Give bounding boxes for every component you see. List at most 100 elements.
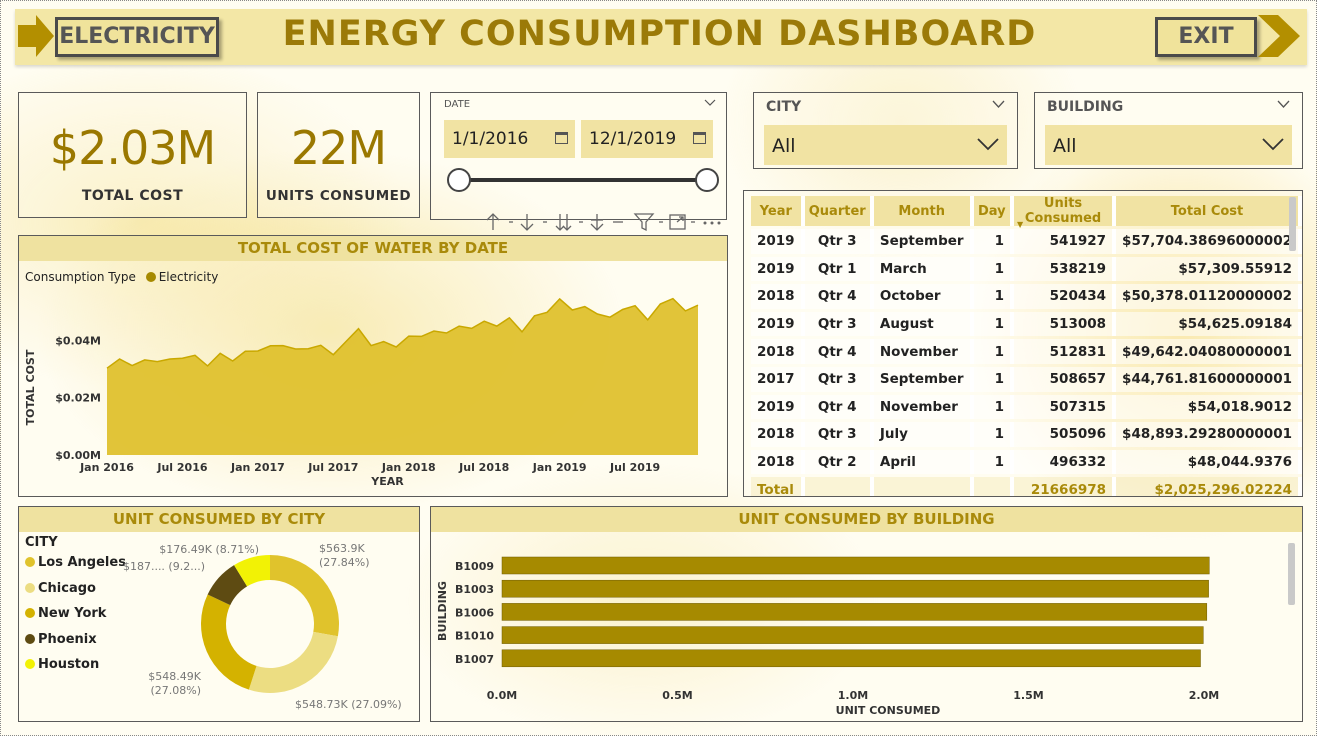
x-tick-label: Jan 2017: [230, 461, 285, 474]
total-cost-label: TOTAL COST: [81, 188, 184, 204]
building-slicer: BUILDING All: [1034, 92, 1303, 169]
sort-descending-icon: ▼: [1017, 220, 1024, 229]
arrow-down-icon[interactable]: [520, 214, 534, 231]
area-series-electricity: [107, 298, 698, 455]
chevron-down-icon[interactable]: [977, 137, 999, 151]
table-cell: 2018: [751, 284, 805, 309]
bar-b1007: [501, 649, 1201, 668]
table-cell: 507315: [1014, 394, 1117, 420]
table-cell: April: [873, 449, 974, 475]
table-row[interactable]: 2018 Qtr 2 April 1 496332 $48,044.9376: [751, 449, 1302, 475]
col-header-units-consumed[interactable]: Units Consumed ▼: [1014, 196, 1117, 229]
total-label: Total: [751, 477, 805, 496]
x-axis-label: UNIT CONSUMED: [836, 704, 941, 717]
units-consumed-value: 22M: [290, 121, 387, 175]
table-cell: $57,704.38696000002: [1116, 229, 1302, 254]
start-date-input[interactable]: 1/1/2016: [444, 120, 575, 158]
table-cell: October: [873, 284, 974, 309]
chevron-down-icon[interactable]: [992, 100, 1005, 109]
table-cell: Qtr 3: [804, 366, 874, 392]
table-row[interactable]: 2018 Qtr 4 November 1 512831 $49,642.04080000…: [751, 339, 1302, 364]
y-tick-label: $0.04M: [55, 334, 101, 347]
right-arrow-icon[interactable]: [1258, 15, 1300, 57]
table-cell: Qtr 4: [804, 339, 874, 364]
focus-mode-icon[interactable]: [669, 214, 686, 230]
arrow-up-icon[interactable]: [486, 213, 500, 230]
chevron-down-icon[interactable]: [1277, 100, 1290, 109]
chevron-down-icon[interactable]: [704, 99, 716, 107]
end-date-input[interactable]: 12/1/2019: [581, 120, 713, 158]
x-tick-label: Jan 2016: [79, 461, 134, 474]
table-cell: 538219: [1014, 256, 1117, 282]
table-row[interactable]: 2018 Qtr 4 October 1 520434 $50,378.011200000…: [751, 284, 1302, 309]
table-row[interactable]: 2019 Qtr 1 March 1 538219 $57,309.55912: [751, 256, 1302, 282]
table-cell: 1: [973, 229, 1015, 254]
col-header-units-label: Units Consumed: [1024, 196, 1102, 226]
calendar-icon[interactable]: [555, 132, 568, 144]
units-consumed-label: UNITS CONSUMED: [265, 188, 412, 204]
table-cell: 541927: [1014, 229, 1117, 254]
table-cell: 2019: [751, 256, 805, 282]
table-body: 2019 Qtr 3 September 1 541927 $57,704.3869600…: [751, 229, 1302, 496]
table-cell: 1: [973, 422, 1015, 447]
page-title: ENERGY CONSUMPTION DASHBOARD: [282, 14, 1037, 54]
filter-icon[interactable]: [633, 213, 655, 232]
table-row[interactable]: 2018 Qtr 3 July 1 505096 $48,893.29280000001: [751, 422, 1302, 447]
table-row[interactable]: 2019 Qtr 3 August 1 513008 $54,625.09184: [751, 311, 1302, 337]
table-cell: 496332: [1014, 449, 1117, 475]
date-range-track: [459, 178, 707, 182]
table-row[interactable]: 2019 Qtr 3 September 1 541927 $57,704.3869600…: [751, 229, 1302, 254]
table-cell: Qtr 4: [804, 394, 874, 420]
bar-b1003: [501, 579, 1209, 598]
city-dropdown-value: All: [772, 135, 796, 157]
area-chart: $0.00M$0.02M$0.04MJan 2016 Jul 2016 Jan 20…: [24, 297, 699, 488]
bar-b1009: [501, 556, 1210, 575]
table-cell: September: [873, 366, 974, 392]
table-cell: 1: [973, 256, 1015, 282]
x-tick-label: Jan 2019: [532, 461, 587, 474]
col-header-year[interactable]: Year: [751, 196, 805, 226]
city-dropdown[interactable]: All: [764, 125, 1007, 165]
double-arrow-down-icon[interactable]: [555, 214, 572, 231]
end-date-handle[interactable]: [695, 168, 719, 192]
table-cell: [804, 477, 874, 496]
table-cell: 1: [973, 339, 1015, 364]
table-scrollbar[interactable]: [1289, 197, 1296, 251]
table-cell: 505096: [1014, 422, 1117, 447]
exit-button[interactable]: EXIT: [1155, 17, 1257, 57]
donut-data-label: (27.08%): [150, 684, 201, 697]
chevron-down-icon[interactable]: [1262, 137, 1284, 151]
bar-chart-scrollbar[interactable]: [1288, 543, 1295, 605]
bar-b1006: [501, 603, 1208, 621]
table-cell: Qtr 2: [804, 449, 874, 475]
col-header-total-cost[interactable]: Total Cost: [1116, 196, 1302, 226]
table-row[interactable]: 2019 Qtr 4 November 1 507315 $54,018.9012: [751, 394, 1302, 420]
col-header-quarter[interactable]: Quarter: [804, 196, 874, 226]
expand-hierarchy-icon[interactable]: [590, 214, 604, 231]
table-cell: Qtr 3: [804, 422, 874, 447]
start-date-handle[interactable]: [447, 168, 471, 192]
donut-data-label: $548.49K: [148, 670, 201, 683]
table-cell: Qtr 3: [804, 229, 874, 254]
more-options-icon[interactable]: [703, 221, 721, 225]
col-header-month[interactable]: Month: [873, 196, 974, 226]
building-dropdown[interactable]: All: [1045, 125, 1292, 165]
x-tick-label: 0.5M: [662, 689, 692, 702]
x-tick-label: Jul 2019: [609, 461, 660, 474]
end-date-value: 12/1/2019: [589, 129, 677, 149]
col-header-day[interactable]: Day: [973, 196, 1015, 226]
visual-toolbar: [486, 213, 721, 232]
y-axis-label: TOTAL COST: [24, 349, 37, 425]
table-cell: 2018: [751, 422, 805, 447]
table-row[interactable]: 2017 Qtr 3 September 1 508657 $44,761.8160000…: [751, 366, 1302, 392]
bar-chart: B1009 B1003 B1006 B1010 B1007 0.0M 0.5M 1.0M 1.5…: [436, 556, 1219, 717]
table-header-row: Year Quarter Month Day Units Consumed ▼ T…: [751, 196, 1302, 229]
table-cell: 508657: [1014, 366, 1117, 392]
y-axis-label: BUILDING: [436, 581, 449, 641]
table-cell: July: [873, 422, 974, 447]
calendar-icon[interactable]: [693, 132, 706, 144]
details-table-panel: Year Quarter Month Day Units Consumed ▼ T…: [743, 190, 1303, 497]
units-consumed-card: 22M UNITS CONSUMED: [257, 92, 420, 218]
x-tick-label: 0.0M: [487, 689, 517, 702]
x-tick-label: Jul 2018: [458, 461, 509, 474]
